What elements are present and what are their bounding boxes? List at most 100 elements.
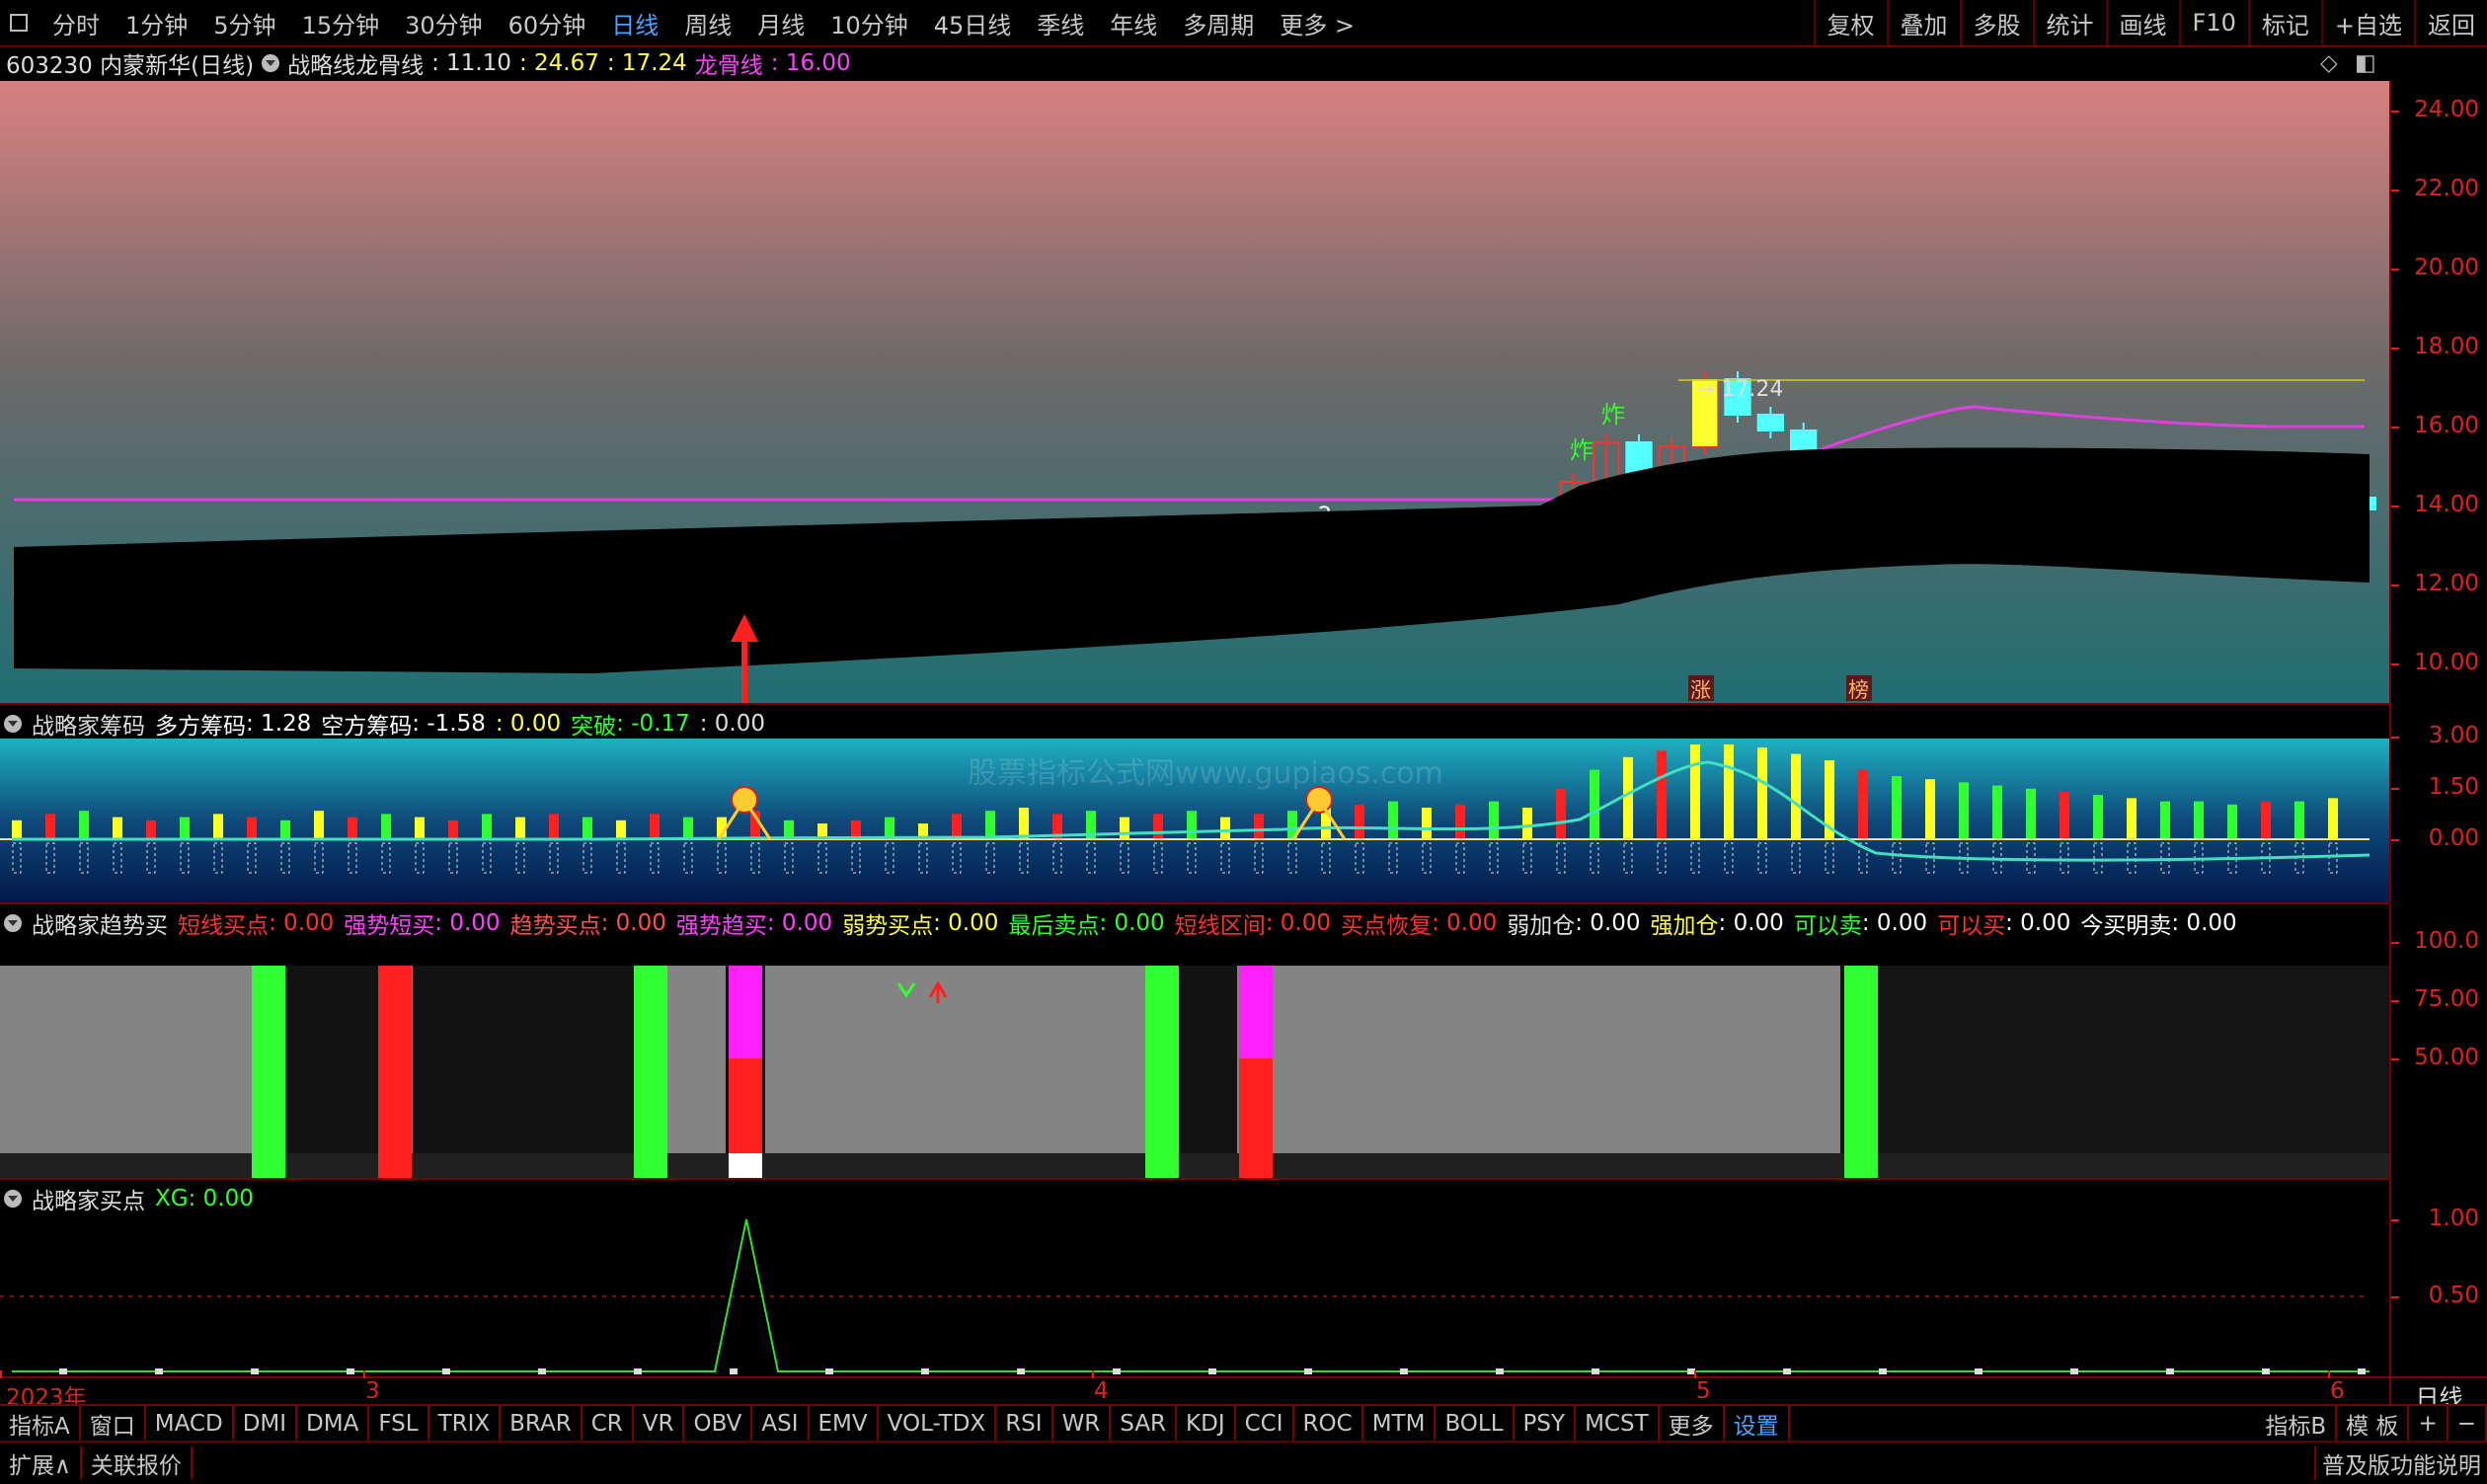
toolbar-button[interactable]: +自选 <box>2320 0 2414 45</box>
indicator-tab[interactable]: TRIX <box>429 1406 502 1441</box>
chip-bar <box>1556 788 1566 839</box>
toolbar-button[interactable]: 画线 <box>2105 0 2179 45</box>
indicator-tab[interactable]: WR <box>1053 1406 1112 1441</box>
main-price-chart[interactable]: ← 11.42→ 17.244222炸炸+涨榜 <box>0 81 2389 705</box>
indicator-tab[interactable]: VR <box>634 1406 685 1441</box>
help-link[interactable]: 普及版功能说明 <box>2314 1446 2487 1480</box>
toolbar-button[interactable]: 叠加 <box>1886 0 1960 45</box>
indicator-tab[interactable]: MCST <box>1576 1406 1660 1441</box>
indicator-tab[interactable]: MACD <box>146 1406 234 1441</box>
indicator-tab[interactable]: ASI <box>752 1406 810 1441</box>
indicator-tab[interactable]: PSY <box>1515 1406 1577 1441</box>
indicator-tab[interactable]: VOL-TDX <box>879 1406 997 1441</box>
xg-point <box>921 1368 929 1374</box>
indicator-tab[interactable]: 指标A <box>0 1406 81 1441</box>
period-tab[interactable]: 60分钟 <box>496 6 599 40</box>
candle-body <box>1756 414 1784 431</box>
trend-item-value: : 0.00 <box>2171 910 2237 936</box>
toolbar-button[interactable]: 统计 <box>2032 0 2106 45</box>
indicator-tab[interactable]: MTM <box>1363 1406 1437 1441</box>
indicator-tab[interactable]: EMV <box>810 1406 879 1441</box>
xg-point <box>1975 1368 1982 1374</box>
collapse-icon[interactable] <box>4 914 22 932</box>
toolbar-button[interactable]: 多股 <box>1959 0 2033 45</box>
indicator-tab-right[interactable]: 指标B <box>2256 1406 2338 1441</box>
period-tab[interactable]: 45日线 <box>921 6 1025 40</box>
chip-v5: : 0.00 <box>699 711 765 737</box>
xg-signal-line <box>12 1218 2370 1372</box>
toolbar-button[interactable]: 复权 <box>1813 0 1887 45</box>
toolbar-button[interactable]: 返回 <box>2414 0 2487 45</box>
indicator-tab[interactable]: SAR <box>1111 1406 1178 1441</box>
period-tab[interactable]: 季线 <box>1024 6 1097 40</box>
indicator-tab-right[interactable]: + <box>2409 1406 2448 1441</box>
period-tab[interactable]: 更多 > <box>1267 6 1367 40</box>
indicator-tab[interactable]: 窗口 <box>81 1406 146 1441</box>
period-tab[interactable]: 周线 <box>671 6 744 40</box>
indicator-tab[interactable]: BRAR <box>501 1406 583 1441</box>
indicator-tab[interactable]: ROC <box>1294 1406 1363 1441</box>
indicator-tab[interactable]: BOLL <box>1436 1406 1515 1441</box>
long-chip-value: : 1.28 <box>246 711 312 737</box>
indicator-tab[interactable]: FSL <box>369 1406 429 1441</box>
period-tab[interactable]: 月线 <box>744 6 817 40</box>
axis-tick-mark <box>2391 788 2399 790</box>
buy-point-chart[interactable] <box>0 1180 2389 1376</box>
chip-bar <box>1455 804 1465 839</box>
period-tab[interactable]: 多周期 <box>1170 6 1267 40</box>
indicator-tab[interactable]: 更多 <box>1660 1406 1725 1441</box>
collapse-icon[interactable] <box>262 54 280 72</box>
panel2-name: 战略家筹码 <box>32 714 145 740</box>
axis-tick-mark <box>2391 839 2399 841</box>
chip-bar <box>2328 798 2338 839</box>
period-tab[interactable]: 分时 <box>39 6 113 40</box>
toolbar-button[interactable]: F10 <box>2178 0 2248 45</box>
period-tab[interactable]: 年线 <box>1097 6 1170 40</box>
indicator-tab[interactable]: CCI <box>1236 1406 1294 1441</box>
period-tab[interactable]: 15分钟 <box>289 6 393 40</box>
diamond-icon[interactable]: ◇ <box>2320 50 2338 76</box>
indicator-tab-right[interactable]: − <box>2448 1406 2487 1441</box>
panel2-axis: 3.00 1.50 0.00 <box>2389 705 2487 902</box>
chip-bar <box>1388 801 1398 839</box>
indicator-tab[interactable]: OBV <box>684 1406 753 1441</box>
indicator-tab[interactable]: RSI <box>996 1406 1053 1441</box>
trend-signal-bar <box>1844 966 1878 1179</box>
chip-bar <box>2093 795 2103 839</box>
status-tab[interactable]: 关联报价 <box>82 1446 193 1480</box>
indicator-tab-bar: 指标A 窗口 MACD DMI DMA FSL TRIX BRAR CR VR OBV ASI EMV V… <box>0 1404 2487 1441</box>
chip-bar <box>1489 801 1499 839</box>
axis-tick-label: 20.00 <box>2414 255 2479 280</box>
xg-point <box>1017 1368 1025 1374</box>
indicator-tab-right[interactable]: 模 板 <box>2337 1406 2410 1441</box>
chip-bar <box>280 820 290 839</box>
chip-bar <box>2160 801 2170 839</box>
chip-bar <box>583 817 592 839</box>
xg-point <box>1208 1368 1216 1374</box>
period-tab[interactable]: 5分钟 <box>200 6 288 40</box>
trend-buy-chart[interactable] <box>0 904 2389 1179</box>
xg-point <box>2070 1368 2078 1374</box>
axis-tick-label: 75.00 <box>2414 986 2479 1012</box>
axis-tick-mark <box>2391 348 2399 350</box>
indicator-tab[interactable]: KDJ <box>1177 1406 1236 1441</box>
indicator-tab[interactable]: DMA <box>297 1406 370 1441</box>
xg-point <box>155 1368 163 1374</box>
indicator-tab[interactable]: CR <box>583 1406 634 1441</box>
panel3-title: 战略家趋势买 短线买点: 0.00 强势短买: 0.00 趋势买点: 0.00 强势趋… <box>4 906 2247 940</box>
status-tab[interactable]: 扩展∧ <box>0 1446 82 1480</box>
period-tab[interactable]: 10分钟 <box>817 6 921 40</box>
window-icon[interactable] <box>10 14 28 32</box>
trend-signal-bar <box>1145 966 1179 1179</box>
period-tab[interactable]: 日线 <box>598 6 671 40</box>
trend-item-value: : 0.00 <box>269 910 335 936</box>
panel-toggle-icon[interactable]: ◧ <box>2355 50 2376 76</box>
indicator-tab[interactable]: DMI <box>234 1406 298 1441</box>
collapse-icon[interactable] <box>4 1190 22 1208</box>
indicator-tab[interactable]: 设置 <box>1725 1406 1790 1441</box>
collapse-icon[interactable] <box>4 715 22 733</box>
period-tab[interactable]: 30分钟 <box>392 6 496 40</box>
xg-point <box>251 1368 259 1374</box>
period-tab[interactable]: 1分钟 <box>113 6 200 40</box>
toolbar-button[interactable]: 标记 <box>2247 0 2321 45</box>
